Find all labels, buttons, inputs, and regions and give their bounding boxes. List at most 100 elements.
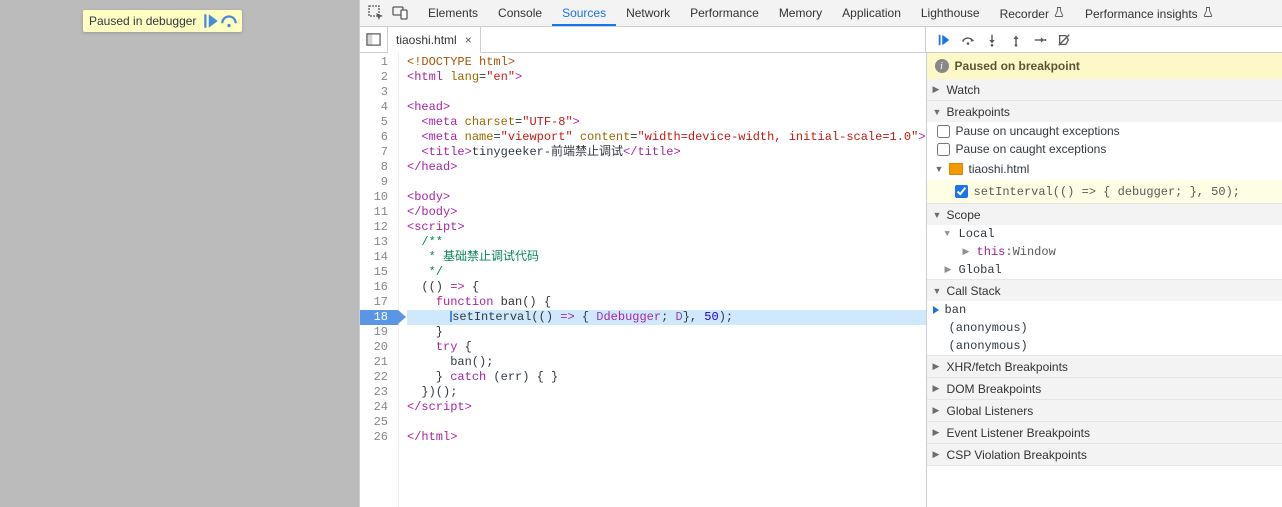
code-line[interactable]: ban(); <box>407 355 926 370</box>
resume-button[interactable] <box>932 28 956 52</box>
pause-caught-checkbox-row[interactable]: Pause on caught exceptions <box>927 140 1282 158</box>
section-dom-breakpoints[interactable]: DOM Breakpoints <box>927 378 1282 399</box>
code-line[interactable]: </head> <box>407 160 926 175</box>
code-line[interactable]: } catch (err) { } <box>407 370 926 385</box>
code-line[interactable] <box>407 85 926 100</box>
devtools-tab-performance-insights[interactable]: Performance insights <box>1075 0 1224 26</box>
line-number[interactable]: 24 <box>360 400 398 415</box>
code-line[interactable]: function ban() { <box>407 295 926 310</box>
line-number[interactable]: 1 <box>360 55 398 70</box>
line-number[interactable]: 20 <box>360 340 398 355</box>
code-line[interactable]: */ <box>407 265 926 280</box>
section-scope[interactable]: Scope <box>927 204 1282 225</box>
open-file-tab[interactable]: tiaoshi.html × <box>388 27 481 53</box>
line-number[interactable]: 19 <box>360 325 398 340</box>
line-number[interactable]: 14 <box>360 250 398 265</box>
code-line[interactable]: <body> <box>407 190 926 205</box>
code-line[interactable]: <meta charset="UTF-8"> <box>407 115 926 130</box>
code-line[interactable]: <script> <box>407 220 926 235</box>
code-line[interactable]: </body> <box>407 205 926 220</box>
pause-uncaught-checkbox[interactable] <box>937 125 950 138</box>
line-number[interactable]: 26 <box>360 430 398 445</box>
pause-caught-checkbox[interactable] <box>937 143 950 156</box>
code-line[interactable]: * 基础禁止调试代码 <box>407 250 926 265</box>
close-tab-icon[interactable]: × <box>465 33 472 47</box>
devtools-tab-elements[interactable]: Elements <box>418 0 488 26</box>
code-line[interactable]: <!DOCTYPE html> <box>407 55 926 70</box>
devtools-tab-lighthouse[interactable]: Lighthouse <box>911 0 990 26</box>
line-number[interactable]: 12 <box>360 220 398 235</box>
line-number[interactable]: 15 <box>360 265 398 280</box>
section-callstack[interactable]: Call Stack <box>927 280 1282 301</box>
breakpoint-entry[interactable]: setInterval(() => { debugger; }, 50); <box>927 180 1282 203</box>
callstack-frame[interactable]: ban <box>927 301 1282 319</box>
step-over-icon[interactable] <box>220 12 238 30</box>
code-line[interactable]: </script> <box>407 400 926 415</box>
line-number[interactable]: 5 <box>360 115 398 130</box>
step-over-button[interactable] <box>956 28 980 52</box>
line-number[interactable]: 9 <box>360 175 398 190</box>
devtools-tab-recorder[interactable]: Recorder <box>990 0 1075 26</box>
devtools-tab-performance[interactable]: Performance <box>680 0 769 26</box>
code-line[interactable] <box>407 175 926 190</box>
line-number[interactable]: 11 <box>360 205 398 220</box>
section-xhr-breakpoints[interactable]: XHR/fetch Breakpoints <box>927 356 1282 377</box>
scope-this-row[interactable]: this: Window <box>927 243 1282 261</box>
breakpoint-enable-checkbox[interactable] <box>955 185 968 198</box>
callstack-frame[interactable]: (anonymous) <box>927 337 1282 355</box>
code-line[interactable] <box>407 415 926 430</box>
step-into-button[interactable] <box>980 28 1004 52</box>
line-number[interactable]: 3 <box>360 85 398 100</box>
line-number[interactable]: 21 <box>360 355 398 370</box>
line-number[interactable]: 22 <box>360 370 398 385</box>
devtools-tab-network[interactable]: Network <box>616 0 680 26</box>
code-line[interactable]: })(); <box>407 385 926 400</box>
devtools-tab-sources[interactable]: Sources <box>552 0 616 26</box>
line-number[interactable]: 18 <box>360 310 398 325</box>
debugger-sidebar: i Paused on breakpoint Watch Breakpoints… <box>926 53 1282 507</box>
step-out-button[interactable] <box>1004 28 1028 52</box>
line-number[interactable]: 23 <box>360 385 398 400</box>
source-editor[interactable]: 1234567891011121314151617181920212223242… <box>360 53 926 507</box>
resume-icon[interactable] <box>202 12 220 30</box>
pause-uncaught-checkbox-row[interactable]: Pause on uncaught exceptions <box>927 122 1282 140</box>
step-button[interactable] <box>1028 28 1052 52</box>
section-global-listeners[interactable]: Global Listeners <box>927 400 1282 421</box>
line-number[interactable]: 4 <box>360 100 398 115</box>
breakpoint-file-row[interactable]: tiaoshi.html <box>927 158 1282 180</box>
devtools-tab-console[interactable]: Console <box>488 0 552 26</box>
deactivate-breakpoints-button[interactable] <box>1052 28 1076 52</box>
device-toolbar-icon[interactable] <box>388 1 412 25</box>
section-breakpoints[interactable]: Breakpoints <box>927 101 1282 122</box>
section-csp-breakpoints[interactable]: CSP Violation Breakpoints <box>927 444 1282 465</box>
devtools-tab-memory[interactable]: Memory <box>769 0 832 26</box>
line-number[interactable]: 25 <box>360 415 398 430</box>
code-line[interactable]: </html> <box>407 430 926 445</box>
scope-local[interactable]: Local <box>927 225 1282 243</box>
code-line[interactable]: } <box>407 325 926 340</box>
line-number[interactable]: 6 <box>360 130 398 145</box>
code-line[interactable]: <meta name="viewport" content="width=dev… <box>407 130 926 145</box>
line-number[interactable]: 10 <box>360 190 398 205</box>
line-number[interactable]: 16 <box>360 280 398 295</box>
code-line[interactable]: try { <box>407 340 926 355</box>
scope-global[interactable]: Global <box>927 261 1282 279</box>
devtools-tab-application[interactable]: Application <box>832 0 911 26</box>
code-line[interactable]: <head> <box>407 100 926 115</box>
code-line[interactable]: <title>tinygeeker-前端禁止调试</title> <box>407 145 926 160</box>
code-line[interactable]: (() => { <box>407 280 926 295</box>
line-number[interactable]: 13 <box>360 235 398 250</box>
code-line[interactable]: <html lang="en"> <box>407 70 926 85</box>
line-number[interactable]: 7 <box>360 145 398 160</box>
line-number[interactable]: 17 <box>360 295 398 310</box>
code-line[interactable]: /** <box>407 235 926 250</box>
section-event-listener-breakpoints[interactable]: Event Listener Breakpoints <box>927 422 1282 443</box>
code-line[interactable]: setInterval(() => { Ddebugger; D}, 50); <box>407 310 926 325</box>
section-watch[interactable]: Watch <box>927 79 1282 100</box>
show-navigator-icon[interactable] <box>360 27 388 53</box>
callstack-frame[interactable]: (anonymous) <box>927 319 1282 337</box>
line-number[interactable]: 8 <box>360 160 398 175</box>
line-number[interactable]: 2 <box>360 70 398 85</box>
inspect-element-icon[interactable] <box>364 1 388 25</box>
paused-in-debugger-overlay: Paused in debugger <box>83 10 242 32</box>
